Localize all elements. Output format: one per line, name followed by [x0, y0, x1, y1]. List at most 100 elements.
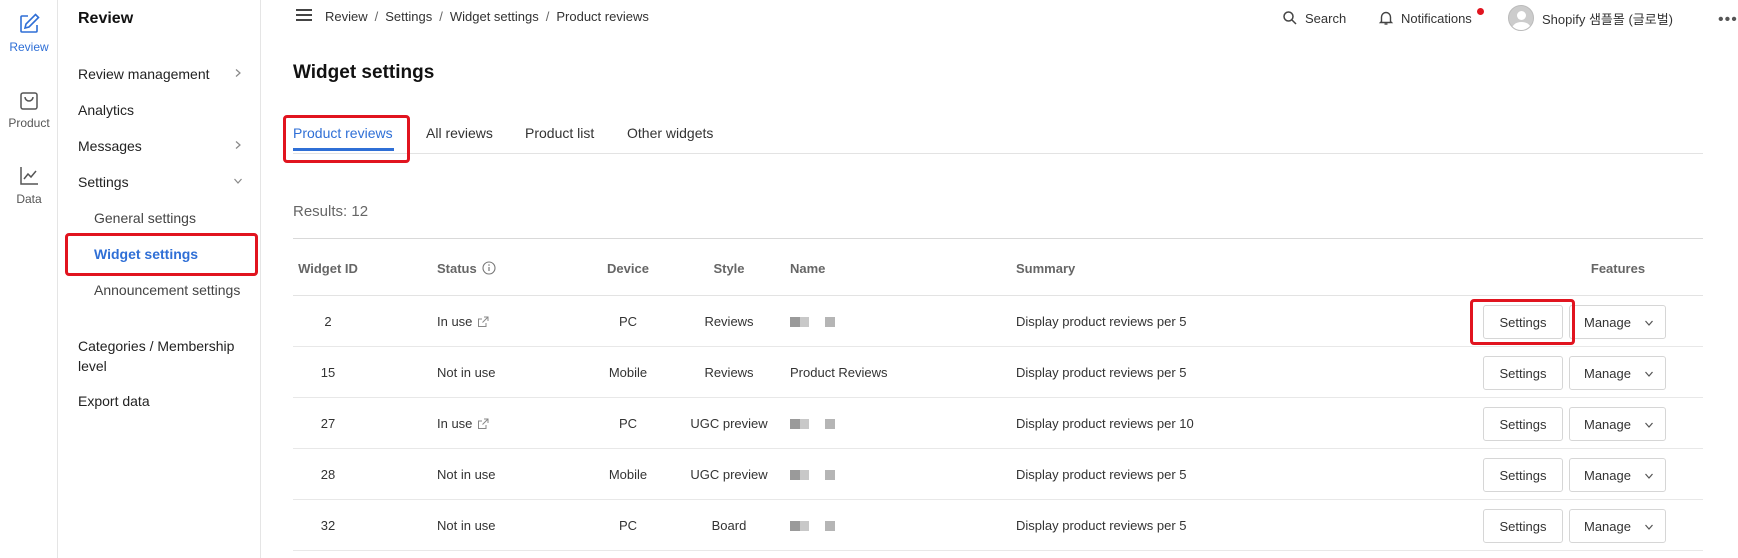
account-name: Shopify 샘플몰 (글로벌) [1542, 11, 1674, 27]
table-row: 2 In use PC Reviews Display product reviews … [293, 296, 1703, 347]
col-status: Status [437, 239, 496, 297]
manage-dropdown-button[interactable]: Manage [1569, 356, 1666, 390]
cell-widget-id: 2 [324, 314, 332, 329]
settings-button[interactable]: Settings [1483, 509, 1563, 543]
external-link-icon[interactable] [477, 316, 489, 328]
col-widget-id: Widget ID [298, 260, 358, 276]
status-text: Not in use [437, 467, 496, 482]
cell-name: Product Reviews [790, 347, 990, 398]
sidebar-item-label: Messages [78, 138, 142, 154]
top-bar: Review / Settings / Widget settings / Product … [262, 0, 1738, 36]
cell-device: PC [618, 518, 638, 533]
chevron-down-icon [1645, 320, 1653, 326]
cell-summary: Display product reviews per 10 [1016, 416, 1194, 431]
table-row: 28 Not in use Mobile UGC preview Display pro… [293, 449, 1703, 500]
rail-label-review: Review [9, 40, 49, 54]
cell-summary: Display product reviews per 5 [1016, 518, 1187, 533]
cell-device: Mobile [608, 365, 648, 380]
settings-button[interactable]: Settings [1483, 458, 1563, 492]
cell-status: Not in use [437, 500, 557, 551]
manage-dropdown-button[interactable]: Manage [1569, 458, 1666, 492]
cell-widget-id: 15 [320, 365, 336, 380]
sidebar-subitem-general-settings[interactable]: General settings [94, 208, 244, 228]
manage-dropdown-button[interactable]: Manage [1569, 407, 1666, 441]
results-count: Results: 12 [293, 203, 369, 220]
breadcrumb-item[interactable]: Review [325, 9, 368, 24]
manage-label: Manage [1584, 416, 1631, 432]
external-link-icon[interactable] [477, 418, 489, 430]
name-redacted-thumbnail [790, 316, 835, 327]
search-icon [1283, 11, 1297, 25]
rail-item-data[interactable]: Data [0, 164, 58, 206]
search-label: Search [1305, 10, 1347, 26]
cell-name [790, 500, 990, 551]
chevron-down-icon [1645, 473, 1653, 479]
chevron-right-icon [235, 141, 241, 149]
settings-button[interactable]: Settings [1483, 407, 1563, 441]
manage-label: Manage [1584, 518, 1631, 534]
cell-name [790, 296, 990, 347]
sidebar-title: Review [78, 10, 134, 27]
info-icon[interactable] [482, 261, 496, 275]
col-style: Style [713, 260, 745, 276]
chevron-down-icon [1645, 371, 1653, 377]
sidebar-subitem-announcement-settings[interactable]: Announcement settings [94, 280, 244, 300]
sidebar-item-label: Analytics [78, 102, 135, 118]
rail-label-data: Data [16, 192, 42, 206]
tab-other-widgets[interactable]: Other widgets [627, 125, 713, 141]
tab-product-list[interactable]: Product list [525, 125, 594, 141]
sidebar-item-settings[interactable]: Settings [78, 174, 248, 190]
notifications-button[interactable]: Notifications [1378, 0, 1472, 36]
status-text: Not in use [437, 518, 496, 533]
rail-item-review[interactable]: Review [0, 12, 58, 54]
page-title: Widget settings [293, 62, 435, 83]
breadcrumb-separator: / [439, 9, 443, 24]
account-menu[interactable]: Shopify 샘플몰 (글로벌) [1508, 0, 1673, 36]
line-chart-icon [20, 167, 38, 185]
sidebar-item-export-data[interactable]: Export data [78, 393, 248, 409]
tab-all-reviews[interactable]: All reviews [426, 125, 493, 141]
breadcrumb-item[interactable]: Settings [385, 9, 432, 24]
cell-summary: Display product reviews per 5 [1016, 467, 1187, 482]
chevron-right-icon [235, 69, 241, 77]
sidebar-item-analytics[interactable]: Analytics [78, 102, 248, 118]
status-text: In use [437, 416, 473, 431]
notification-dot [1477, 8, 1484, 15]
hamburger-menu-icon[interactable] [296, 9, 312, 23]
rail-item-product[interactable]: Product [0, 88, 58, 130]
settings-button[interactable]: Settings [1483, 305, 1563, 339]
cell-status: In use [437, 296, 557, 347]
chevron-down-icon [234, 178, 242, 184]
col-summary: Summary [1016, 260, 1076, 276]
tab-product-reviews[interactable]: Product reviews [293, 125, 394, 151]
manage-dropdown-button[interactable]: Manage [1569, 305, 1666, 339]
search-button[interactable]: Search [1282, 0, 1346, 36]
col-status-label: Status [437, 260, 477, 276]
avatar [1508, 5, 1534, 31]
table-row: 32 Not in use PC Board Display product revie… [293, 500, 1703, 551]
bell-icon [1378, 11, 1394, 25]
cell-device: Mobile [608, 467, 648, 482]
breadcrumb: Review / Settings / Widget settings / Product … [325, 9, 649, 24]
cell-status: Not in use [437, 449, 557, 500]
tab-active-indicator [293, 148, 394, 151]
chevron-down-icon [1645, 422, 1653, 428]
rail-label-product: Product [8, 116, 50, 130]
cell-status: Not in use [437, 347, 557, 398]
sidebar-subitem-widget-settings[interactable]: Widget settings [94, 244, 244, 264]
more-options-icon[interactable]: ••• [1718, 11, 1738, 29]
cell-widget-id: 27 [320, 416, 336, 431]
cell-widget-id: 28 [320, 467, 336, 482]
tab-label: Product reviews [293, 125, 393, 141]
settings-button[interactable]: Settings [1483, 356, 1563, 390]
sidebar-item-messages[interactable]: Messages [78, 138, 248, 154]
cell-widget-id: 32 [320, 518, 336, 533]
breadcrumb-item[interactable]: Widget settings [450, 9, 539, 24]
breadcrumb-separator: / [374, 9, 379, 24]
table-row: 27 In use PC UGC preview Display product rev… [293, 398, 1703, 449]
manage-dropdown-button[interactable]: Manage [1569, 509, 1666, 543]
sidebar-item-review-management[interactable]: Review management [78, 66, 248, 82]
cell-device: PC [618, 416, 638, 431]
sidebar-item-categories[interactable]: Categories / Membership level [78, 336, 238, 376]
sidebar-item-label: Settings [78, 174, 129, 190]
